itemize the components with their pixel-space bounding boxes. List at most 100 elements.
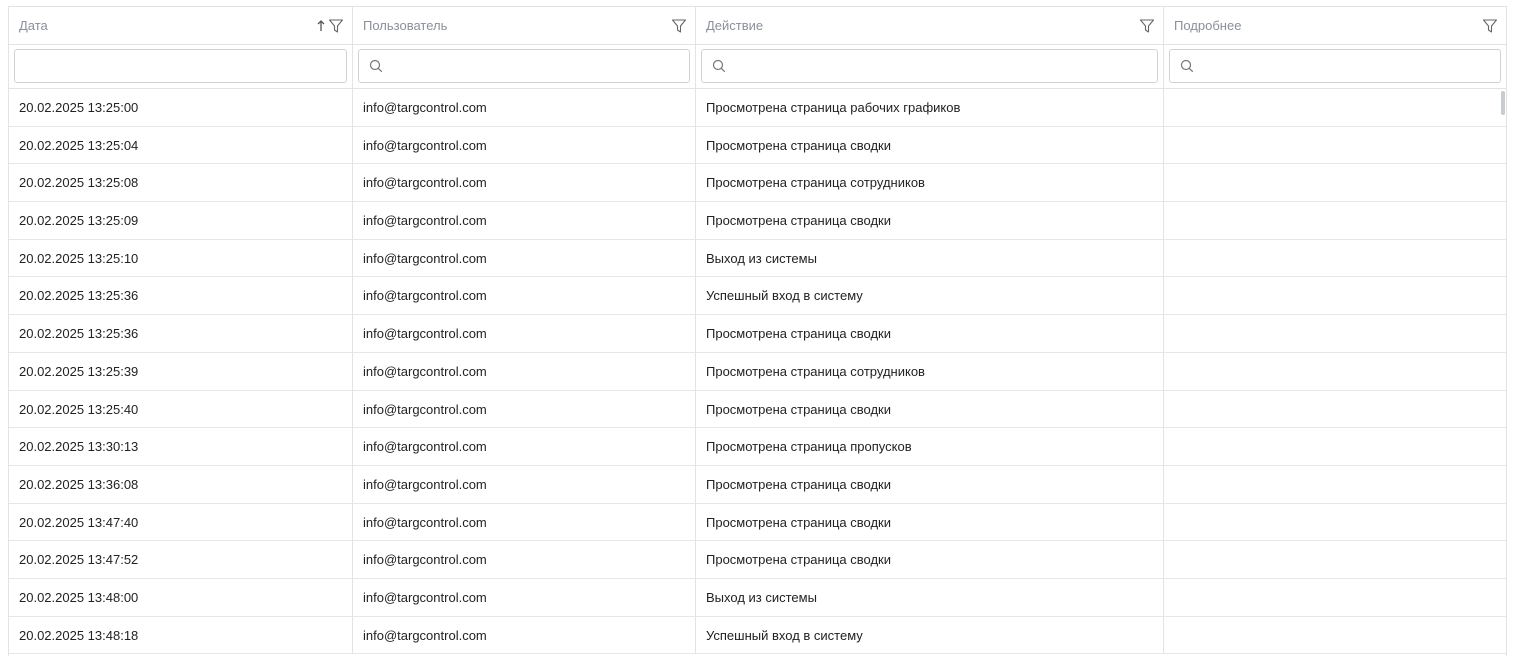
user-search-input[interactable] [359,50,689,82]
table-row[interactable]: 20.02.2025 13:25:10 info@targcontrol.com… [9,239,1506,278]
search-icon [1180,59,1194,73]
date-cell: 20.02.2025 13:25:04 [9,126,353,164]
date-cell: 20.02.2025 13:25:09 [9,202,353,239]
filter-icon[interactable] [1482,18,1498,34]
action-cell: Просмотрена страница сводки [696,465,1164,503]
user-cell: info@targcontrol.com [353,616,696,654]
action-cell: Просмотрена страница сводки [696,126,1164,164]
column-header-date-label: Дата [19,18,48,33]
date-cell: 20.02.2025 13:47:40 [9,503,353,541]
date-cell: 20.02.2025 13:25:36 [9,315,353,352]
action-cell: Просмотрена страница рабочих графиков [696,89,1164,126]
details-cell [1164,579,1506,616]
table-row[interactable]: 20.02.2025 13:48:00 info@targcontrol.com… [9,578,1506,617]
user-cell: info@targcontrol.com [353,390,696,428]
action-cell: Просмотрена страница пропусков [696,428,1164,465]
user-search-field[interactable] [358,49,690,83]
details-cell [1164,89,1506,126]
search-icon [369,59,383,73]
details-cell [1164,391,1506,428]
date-cell: 20.02.2025 13:47:52 [9,541,353,578]
action-cell: Успешный вход в систему [696,616,1164,654]
table-row[interactable]: 20.02.2025 13:47:52 info@targcontrol.com… [9,541,1506,579]
sort-arrow-up-icon[interactable] [316,18,326,34]
user-cell: info@targcontrol.com [353,503,696,541]
table-row[interactable]: 20.02.2025 13:25:36 info@targcontrol.com… [9,315,1506,353]
action-cell: Выход из системы [696,578,1164,616]
table-row[interactable]: 20.02.2025 13:25:39 info@targcontrol.com… [9,352,1506,391]
action-cell: Просмотрена страница сводки [696,541,1164,578]
vertical-scrollbar-thumb[interactable] [1501,91,1505,115]
details-search-input[interactable] [1170,50,1500,82]
filter-icon[interactable] [671,18,687,34]
filter-cell-action [696,45,1164,88]
header-row: Дата Пользователь Действие Подробнее [9,7,1506,45]
action-cell: Просмотрена страница сотрудников [696,352,1164,390]
details-cell [1164,202,1506,239]
column-header-action[interactable]: Действие [696,7,1164,44]
details-cell [1164,277,1506,314]
action-cell: Просмотрена страница сводки [696,202,1164,239]
column-header-action-label: Действие [706,18,764,33]
table-row[interactable]: 20.02.2025 13:25:40 info@targcontrol.com… [9,390,1506,429]
details-cell [1164,127,1506,164]
details-cell [1164,466,1506,503]
user-cell: info@targcontrol.com [353,428,696,465]
date-cell: 20.02.2025 13:25:40 [9,390,353,428]
filter-icon[interactable] [1139,18,1155,34]
details-cell [1164,353,1506,390]
action-search-input[interactable] [702,50,1157,82]
table-row[interactable]: 20.02.2025 13:47:40 info@targcontrol.com… [9,503,1506,542]
date-cell: 20.02.2025 13:25:10 [9,239,353,277]
details-cell [1164,240,1506,277]
column-header-details-label: Подробнее [1174,18,1242,33]
filter-row [9,45,1506,89]
action-cell: Просмотрена страница сводки [696,390,1164,428]
date-cell: 20.02.2025 13:36:08 [9,465,353,503]
user-cell: info@targcontrol.com [353,164,696,202]
audit-log-grid: Дата Пользователь Действие Подробнее 20.… [8,6,1507,656]
user-cell: info@targcontrol.com [353,541,696,578]
user-cell: info@targcontrol.com [353,89,696,126]
details-cell [1164,428,1506,465]
user-cell: info@targcontrol.com [353,315,696,352]
table-row[interactable]: 20.02.2025 13:36:08 info@targcontrol.com… [9,465,1506,504]
user-cell: info@targcontrol.com [353,126,696,164]
action-cell: Просмотрена страница сотрудников [696,164,1164,202]
user-cell: info@targcontrol.com [353,352,696,390]
action-cell: Выход из системы [696,239,1164,277]
date-filter-input[interactable] [15,50,346,82]
date-cell: 20.02.2025 13:48:18 [9,616,353,654]
table-row[interactable]: 20.02.2025 13:25:00 info@targcontrol.com… [9,89,1506,127]
action-cell: Просмотрена страница сводки [696,503,1164,541]
date-cell: 20.02.2025 13:25:00 [9,89,353,126]
details-cell [1164,315,1506,352]
column-header-date[interactable]: Дата [9,7,353,44]
column-header-user[interactable]: Пользователь [353,7,696,44]
action-search-field[interactable] [701,49,1158,83]
date-filter-field[interactable] [14,49,347,83]
details-search-field[interactable] [1169,49,1501,83]
filter-cell-details [1164,45,1506,88]
details-cell [1164,617,1506,654]
table-row[interactable]: 20.02.2025 13:48:18 info@targcontrol.com… [9,616,1506,655]
column-header-details[interactable]: Подробнее [1164,7,1506,44]
table-row[interactable]: 20.02.2025 13:25:04 info@targcontrol.com… [9,126,1506,165]
table-row[interactable]: 20.02.2025 13:30:13 info@targcontrol.com… [9,428,1506,466]
action-cell: Успешный вход в систему [696,277,1164,315]
table-row[interactable]: 20.02.2025 13:25:36 info@targcontrol.com… [9,277,1506,316]
date-cell: 20.02.2025 13:30:13 [9,428,353,465]
date-cell: 20.02.2025 13:25:08 [9,164,353,202]
user-cell: info@targcontrol.com [353,202,696,239]
date-cell: 20.02.2025 13:48:00 [9,578,353,616]
table-row[interactable]: 20.02.2025 13:25:09 info@targcontrol.com… [9,202,1506,240]
details-cell [1164,164,1506,201]
column-header-user-label: Пользователь [363,18,448,33]
table-row[interactable]: 20.02.2025 13:25:08 info@targcontrol.com… [9,164,1506,203]
details-cell [1164,504,1506,541]
date-cell: 20.02.2025 13:25:36 [9,277,353,315]
filter-cell-date [9,45,353,88]
action-cell: Просмотрена страница сводки [696,315,1164,352]
user-cell: info@targcontrol.com [353,277,696,315]
filter-icon[interactable] [328,18,344,34]
